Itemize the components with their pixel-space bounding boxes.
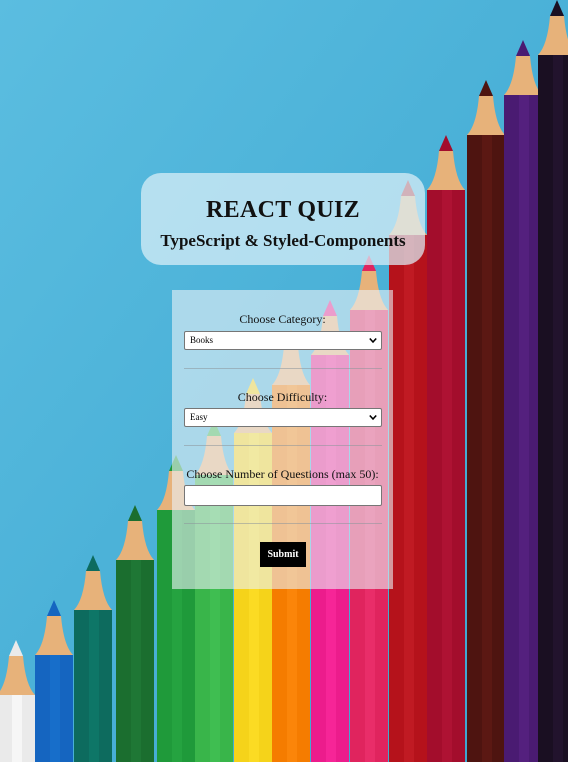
page-subtitle: TypeScript & Styled-Components: [160, 231, 406, 250]
title-card: REACT QUIZ TypeScript & Styled-Component…: [141, 173, 425, 265]
questions-input[interactable]: [184, 485, 382, 506]
difficulty-selected-value: Easy: [190, 412, 208, 422]
questions-label: Choose Number of Questions (max 50):: [186, 467, 379, 481]
category-selected-value: Books: [190, 335, 214, 345]
chevron-down-icon: [369, 337, 377, 344]
category-label: Choose Category:: [239, 312, 326, 326]
quiz-settings-form: Choose Category: Books Choose Difficulty…: [172, 290, 393, 589]
divider: [184, 523, 382, 524]
difficulty-label: Choose Difficulty:: [237, 390, 328, 404]
page-title: REACT QUIZ: [206, 197, 360, 223]
submit-button[interactable]: Submit: [260, 542, 306, 567]
divider: [184, 368, 382, 369]
chevron-down-icon: [369, 414, 377, 421]
category-select[interactable]: Books: [184, 331, 382, 350]
divider: [184, 445, 382, 446]
difficulty-select[interactable]: Easy: [184, 408, 382, 427]
